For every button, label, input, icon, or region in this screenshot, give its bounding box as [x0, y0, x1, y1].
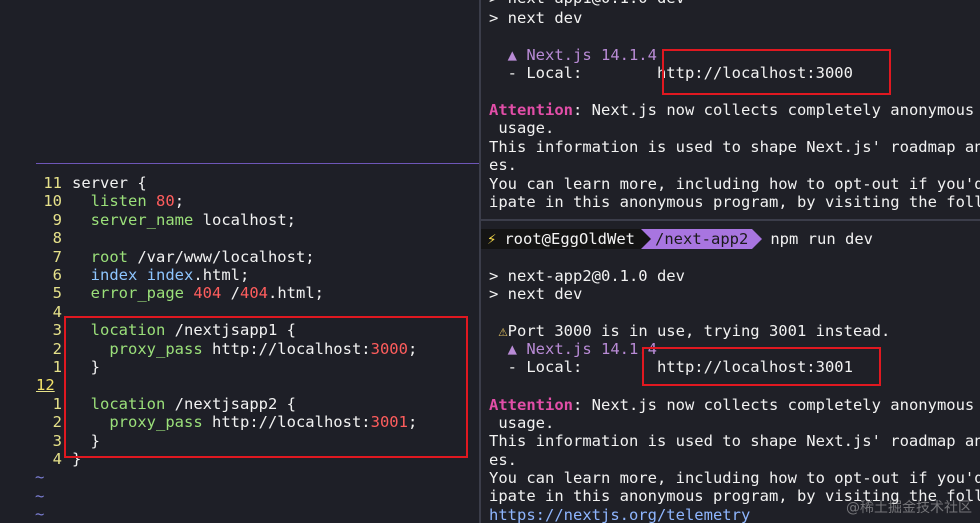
- prompt-dir: /next-app2: [651, 229, 753, 249]
- terminal-line: usage.: [489, 414, 555, 432]
- line-number: 9: [52, 210, 62, 229]
- line-number: 2: [52, 413, 62, 432]
- line-number: 10: [43, 192, 62, 211]
- code-line[interactable]: 11 server {: [0, 174, 479, 192]
- terminal-line: es.: [489, 156, 517, 174]
- terminal-line: usage.: [489, 119, 555, 137]
- code-text: index index.html;: [90, 266, 250, 284]
- powerline-arrow-icon: [752, 229, 763, 249]
- code-line[interactable]: 10 listen 80;: [0, 192, 479, 210]
- line-number: 1: [52, 358, 62, 376]
- prompt-user-segment: ⚡ root@EggOldWet: [481, 229, 641, 249]
- terminal-line: > next dev: [489, 9, 583, 27]
- code-line[interactable]: 5 error_page 404 /404.html;: [0, 284, 479, 302]
- split-divider: [36, 163, 479, 164]
- code-line[interactable]: 6 index index.html;: [0, 266, 479, 284]
- terminal-line: Attention: Next.js now collects complete…: [489, 101, 975, 119]
- terminal-line: You can learn more, including how to opt…: [489, 175, 980, 193]
- code-line[interactable]: 8: [0, 229, 479, 247]
- line-number: 4: [52, 302, 62, 321]
- empty-buffer-line: ~: [35, 505, 45, 523]
- watermark: @稀土掘金技术社区: [846, 500, 972, 516]
- prompt-command: npm run dev: [770, 230, 873, 248]
- terminal-line: You can learn more, including how to opt…: [489, 469, 980, 487]
- terminal-line: This information is used to shape Next.j…: [489, 432, 980, 450]
- line-number: 1: [52, 394, 62, 413]
- line-number: 8: [52, 229, 62, 248]
- terminal-pane[interactable]: > next-app1@0.1.0 dev > next dev ▲ Next.j…: [481, 0, 980, 523]
- line-number: 7: [52, 247, 62, 266]
- shell-prompt: ⚡ root@EggOldWet /next-app2 npm run dev: [481, 229, 873, 249]
- code-text: server {: [72, 174, 147, 192]
- bolt-icon: ⚡: [487, 230, 497, 248]
- line-number: 3: [52, 431, 62, 450]
- line-number: 11: [43, 174, 62, 192]
- terminal-split-divider[interactable]: [481, 219, 980, 221]
- line-number: 6: [52, 266, 62, 284]
- line-number: 3: [52, 321, 62, 340]
- code-line[interactable]: 9 server_name localhost;: [0, 211, 479, 229]
- terminal-line: > next dev: [489, 285, 583, 303]
- terminal-line: This information is used to shape Next.j…: [489, 138, 980, 156]
- code-line[interactable]: 7 root /var/www/localhost;: [0, 248, 479, 266]
- empty-buffer-line: ~: [35, 486, 45, 505]
- highlight-box-local-3000: [662, 49, 891, 95]
- terminal-line: ipate in this anonymous program, by visi…: [489, 193, 980, 211]
- terminal-line: Attention: Next.js now collects complete…: [489, 396, 975, 414]
- line-number: 2: [52, 339, 62, 358]
- vim-editor-pane[interactable]: 11 server {10 listen 80; 9 server_name loc…: [0, 0, 479, 523]
- terminal-line: > next-app1@0.1.0 dev: [489, 0, 685, 7]
- terminal-line: ⚠Port 3000 is in use, trying 3001 instea…: [489, 322, 891, 340]
- terminal-line: es.: [489, 451, 517, 469]
- line-number: 4: [52, 450, 62, 468]
- empty-buffer-line: ~: [35, 468, 45, 487]
- terminal-line: > next-app2@0.1.0 dev: [489, 267, 685, 285]
- powerline-arrow-icon: [641, 229, 651, 249]
- terminal-line: ▲ Next.js 14.1.4: [489, 340, 657, 358]
- highlight-box-app1: [64, 316, 468, 458]
- code-text: server_name localhost;: [90, 210, 296, 229]
- highlight-box-local-3001: [642, 347, 881, 386]
- line-number: 5: [52, 284, 62, 303]
- code-text: error_page 404 /404.html;: [90, 284, 325, 303]
- terminal-line: https://nextjs.org/telemetry: [489, 506, 751, 523]
- code-text: root /var/www/localhost;: [90, 247, 315, 266]
- prompt-user: root@EggOldWet: [504, 230, 635, 248]
- code-text: listen 80;: [90, 192, 185, 211]
- terminal-line: ▲ Next.js 14.1.4: [489, 46, 657, 64]
